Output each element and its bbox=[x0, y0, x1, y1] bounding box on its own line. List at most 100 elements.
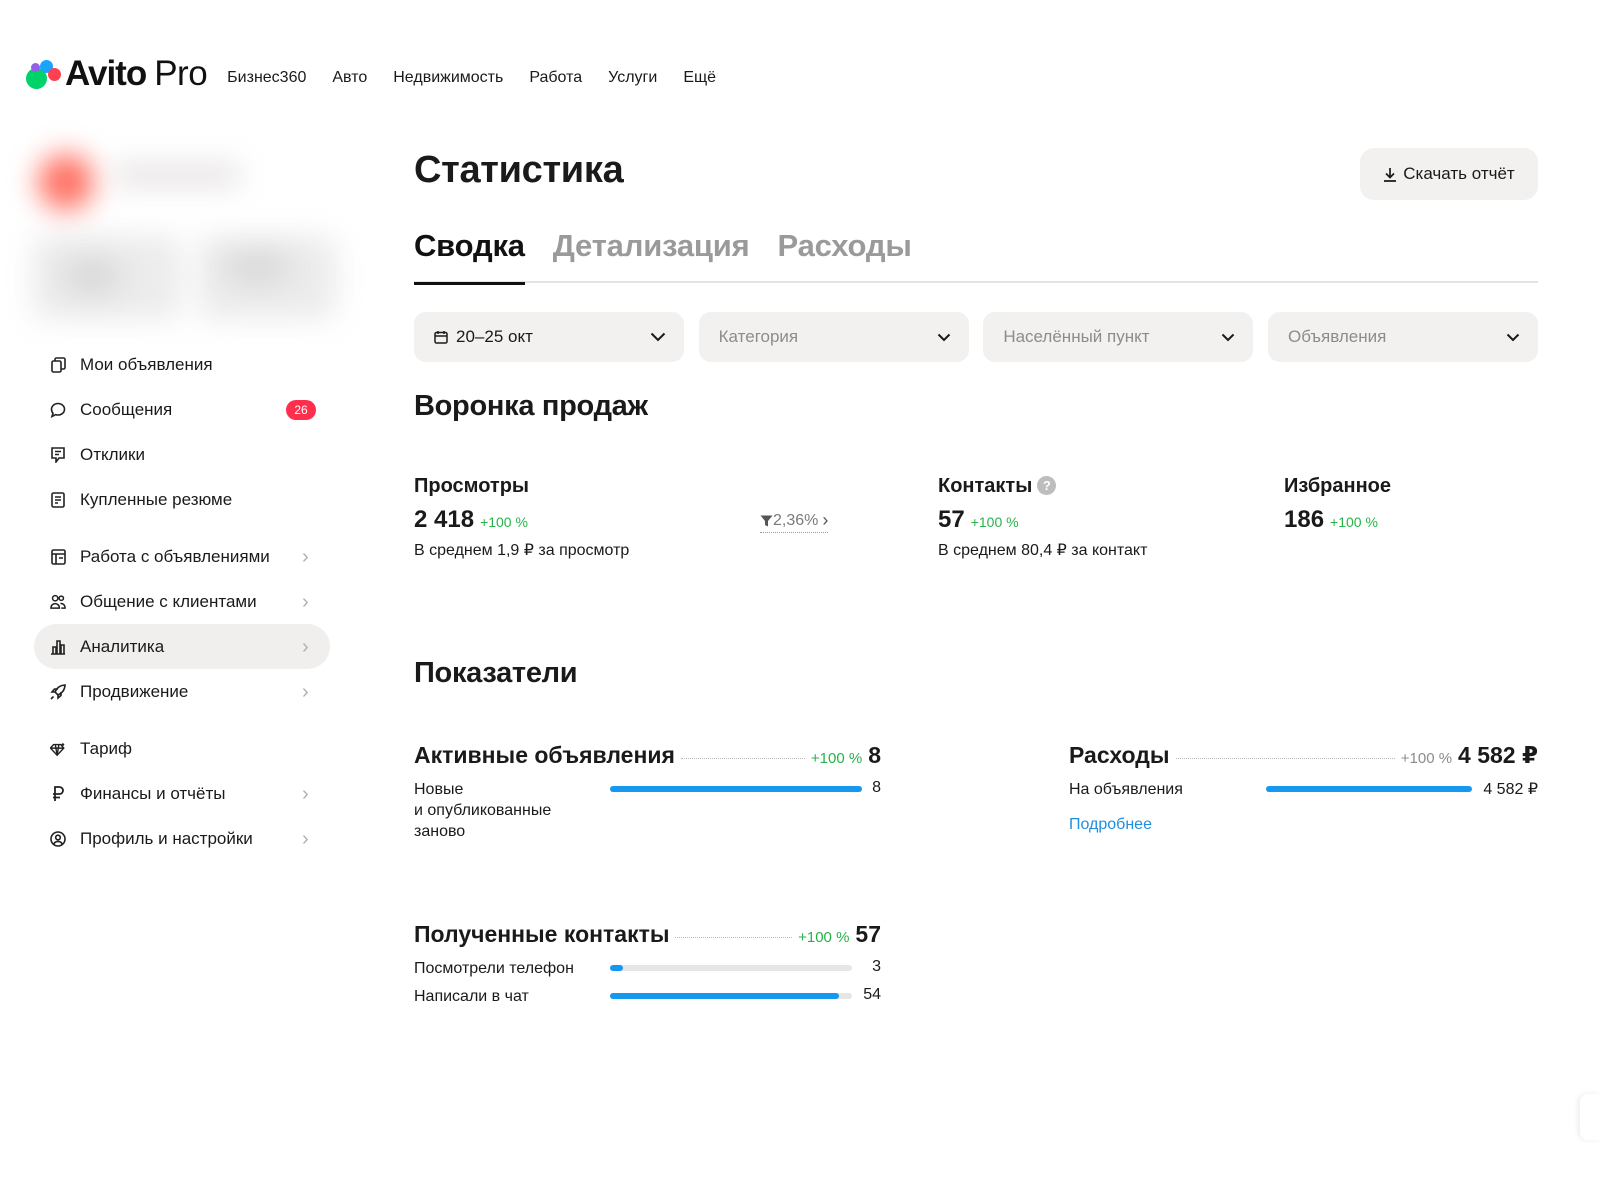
filters-row: 20–25 окт Категория Населённый пункт Объ… bbox=[414, 312, 1538, 362]
sidebar-item-analytics[interactable]: Аналитика › bbox=[34, 624, 330, 669]
nav-auto[interactable]: Авто bbox=[332, 69, 367, 87]
chevron-down-icon bbox=[1506, 333, 1520, 341]
sidebar-item-promotion[interactable]: Продвижение › bbox=[34, 669, 330, 714]
active-ads-block: Активные объявления +100 % 8 Новые и опу… bbox=[414, 742, 881, 842]
category-select[interactable]: Категория bbox=[698, 312, 969, 362]
sidebar-item-my-listings[interactable]: Мои объявления bbox=[34, 342, 330, 387]
ads-select[interactable]: Объявления bbox=[1267, 312, 1538, 362]
sidebar-item-profile-settings[interactable]: Профиль и настройки › bbox=[34, 816, 330, 861]
views-metric: Просмотры 2 418 +100 % В среднем 1,9 ₽ з… bbox=[414, 475, 629, 560]
expenses-block: Расходы +100 % 4 582 ₽ На объявления 4 5… bbox=[1069, 742, 1538, 834]
sidebar-item-label: Мои объявления bbox=[80, 354, 213, 374]
nav-jobs[interactable]: Работа bbox=[529, 69, 582, 87]
favorites-label: Избранное bbox=[1284, 475, 1392, 497]
download-report-label: Скачать отчёт bbox=[1403, 164, 1515, 183]
sidebar-item-tariff[interactable]: Тариф bbox=[34, 726, 330, 771]
main-content: Статистика Скачать отчёт Сводка Детализа… bbox=[414, 140, 1538, 1005]
avito-pro-logo[interactable]: Avito Pro bbox=[26, 52, 208, 96]
tab-expenses[interactable]: Расходы bbox=[778, 228, 912, 283]
sidebar-item-label: Профиль и настройки bbox=[80, 828, 253, 848]
diamond-icon bbox=[50, 741, 66, 757]
views-value: 2 418 bbox=[414, 506, 475, 533]
favorites-value: 186 bbox=[1284, 506, 1325, 533]
expenses-title: Расходы bbox=[1069, 742, 1170, 768]
contacts-metric: Контакты? 57 +100 % В среднем 80,4 ₽ за … bbox=[938, 475, 1147, 560]
sidebar-item-label: Работа с объявлениями bbox=[80, 546, 270, 566]
active-ads-bar-fill bbox=[610, 786, 862, 792]
ruble-icon bbox=[50, 785, 66, 802]
sidebar-item-label: Отклики bbox=[80, 444, 145, 464]
location-placeholder: Населённый пункт bbox=[1003, 327, 1150, 346]
contacts-block-title: Полученные контакты bbox=[414, 921, 670, 947]
sidebar-item-ads-work[interactable]: Работа с объявлениями › bbox=[34, 534, 330, 579]
top-nav: Бизнес360 Авто Недвижимость Работа Услуг… bbox=[227, 69, 742, 87]
stats-tabs: Сводка Детализация Расходы bbox=[414, 228, 1538, 285]
analytics-icon bbox=[50, 639, 66, 655]
tab-summary[interactable]: Сводка bbox=[414, 228, 525, 285]
expenses-details-link[interactable]: Подробнее bbox=[1069, 816, 1152, 834]
chevron-right-icon: › bbox=[822, 510, 829, 530]
funnel-title: Воронка продаж bbox=[414, 390, 648, 422]
contacts-chat-bar bbox=[610, 993, 852, 999]
chevron-right-icon: › bbox=[302, 545, 309, 568]
tab-details[interactable]: Детализация bbox=[553, 228, 750, 283]
indicators-title: Показатели bbox=[414, 657, 578, 689]
active-ads-row-label: Новые и опубликованные заново bbox=[414, 781, 552, 840]
active-ads-row-value: 8 bbox=[872, 779, 881, 796]
sidebar-item-purchased-resumes[interactable]: Купленные резюме bbox=[34, 477, 330, 522]
top-header: Avito Pro Бизнес360 Авто Недвижимость Ра… bbox=[26, 52, 742, 96]
sidebar-item-messages[interactable]: Сообщения 26 bbox=[34, 387, 330, 432]
location-select[interactable]: Населённый пункт bbox=[983, 312, 1254, 362]
expenses-row-value: 4 582 ₽ bbox=[1483, 781, 1538, 798]
expenses-delta: +100 % bbox=[1400, 750, 1453, 767]
chevron-down-icon bbox=[937, 333, 950, 341]
question-icon[interactable]: ? bbox=[1037, 476, 1057, 496]
contacts-delta: +100 % bbox=[970, 514, 1019, 530]
nav-more[interactable]: Ещё bbox=[683, 69, 716, 87]
unread-badge: 26 bbox=[286, 399, 316, 420]
ads-placeholder: Объявления bbox=[1287, 327, 1387, 346]
sidebar-item-responses[interactable]: Отклики bbox=[34, 432, 330, 477]
resume-icon bbox=[50, 491, 66, 508]
nav-realty[interactable]: Недвижимость bbox=[393, 69, 503, 87]
sidebar-item-label: Общение с клиентами bbox=[80, 591, 257, 611]
contacts-phone-label: Посмотрели телефон bbox=[414, 960, 574, 977]
contacts-block-total: 57 bbox=[855, 921, 881, 947]
side-widget-tab[interactable] bbox=[1580, 1094, 1600, 1140]
contacts-phone-value: 3 bbox=[872, 958, 881, 975]
contacts-label: Контакты bbox=[938, 475, 1033, 497]
contacts-block: Полученные контакты +100 % 57 Посмотрели… bbox=[414, 921, 881, 1007]
avito-dots-icon bbox=[26, 57, 62, 91]
contacts-avg-cost: В среднем 80,4 ₽ за контакт bbox=[938, 542, 1148, 559]
contacts-block-delta: +100 % bbox=[798, 929, 850, 946]
conversion-rate-value: 2,36% bbox=[773, 511, 819, 529]
favorites-delta: +100 % bbox=[1330, 514, 1378, 530]
logo-text: Avito bbox=[65, 54, 147, 93]
active-ads-bar bbox=[610, 786, 862, 792]
expenses-total: 4 582 ₽ bbox=[1458, 742, 1538, 768]
sidebar-item-label: Финансы и отчёты bbox=[80, 783, 226, 803]
contacts-row-phone: Посмотрели телефон 3 bbox=[414, 958, 881, 979]
chevron-right-icon: › bbox=[302, 782, 309, 805]
avatar bbox=[38, 154, 94, 210]
nav-services[interactable]: Услуги bbox=[608, 69, 657, 87]
sidebar-item-label: Тариф bbox=[80, 738, 133, 758]
download-report-button[interactable]: Скачать отчёт bbox=[1360, 148, 1538, 200]
date-range-select[interactable]: 20–25 окт bbox=[414, 312, 684, 362]
calendar-icon bbox=[434, 331, 448, 344]
nav-business360[interactable]: Бизнес360 bbox=[227, 69, 306, 87]
expenses-row-label: На объявления bbox=[1069, 781, 1183, 798]
favorites-metric: Избранное 186 +100 % bbox=[1284, 475, 1391, 534]
clients-icon bbox=[50, 594, 66, 610]
sidebar-item-label: Продвижение bbox=[80, 681, 189, 701]
sidebar-item-label: Аналитика bbox=[80, 636, 165, 656]
sidebar-item-finance[interactable]: Финансы и отчёты › bbox=[34, 771, 330, 816]
active-ads-total: 8 bbox=[868, 742, 881, 768]
profile-icon bbox=[50, 830, 66, 847]
contacts-phone-bar-fill bbox=[610, 965, 623, 971]
conversion-rate-link[interactable]: 2,36% › bbox=[760, 510, 829, 533]
expenses-bar-fill bbox=[1266, 786, 1472, 792]
chevron-right-icon: › bbox=[302, 827, 309, 850]
views-avg-cost: В среднем 1,9 ₽ за просмотр bbox=[414, 542, 630, 559]
sidebar-item-clients[interactable]: Общение с клиентами › bbox=[34, 579, 330, 624]
